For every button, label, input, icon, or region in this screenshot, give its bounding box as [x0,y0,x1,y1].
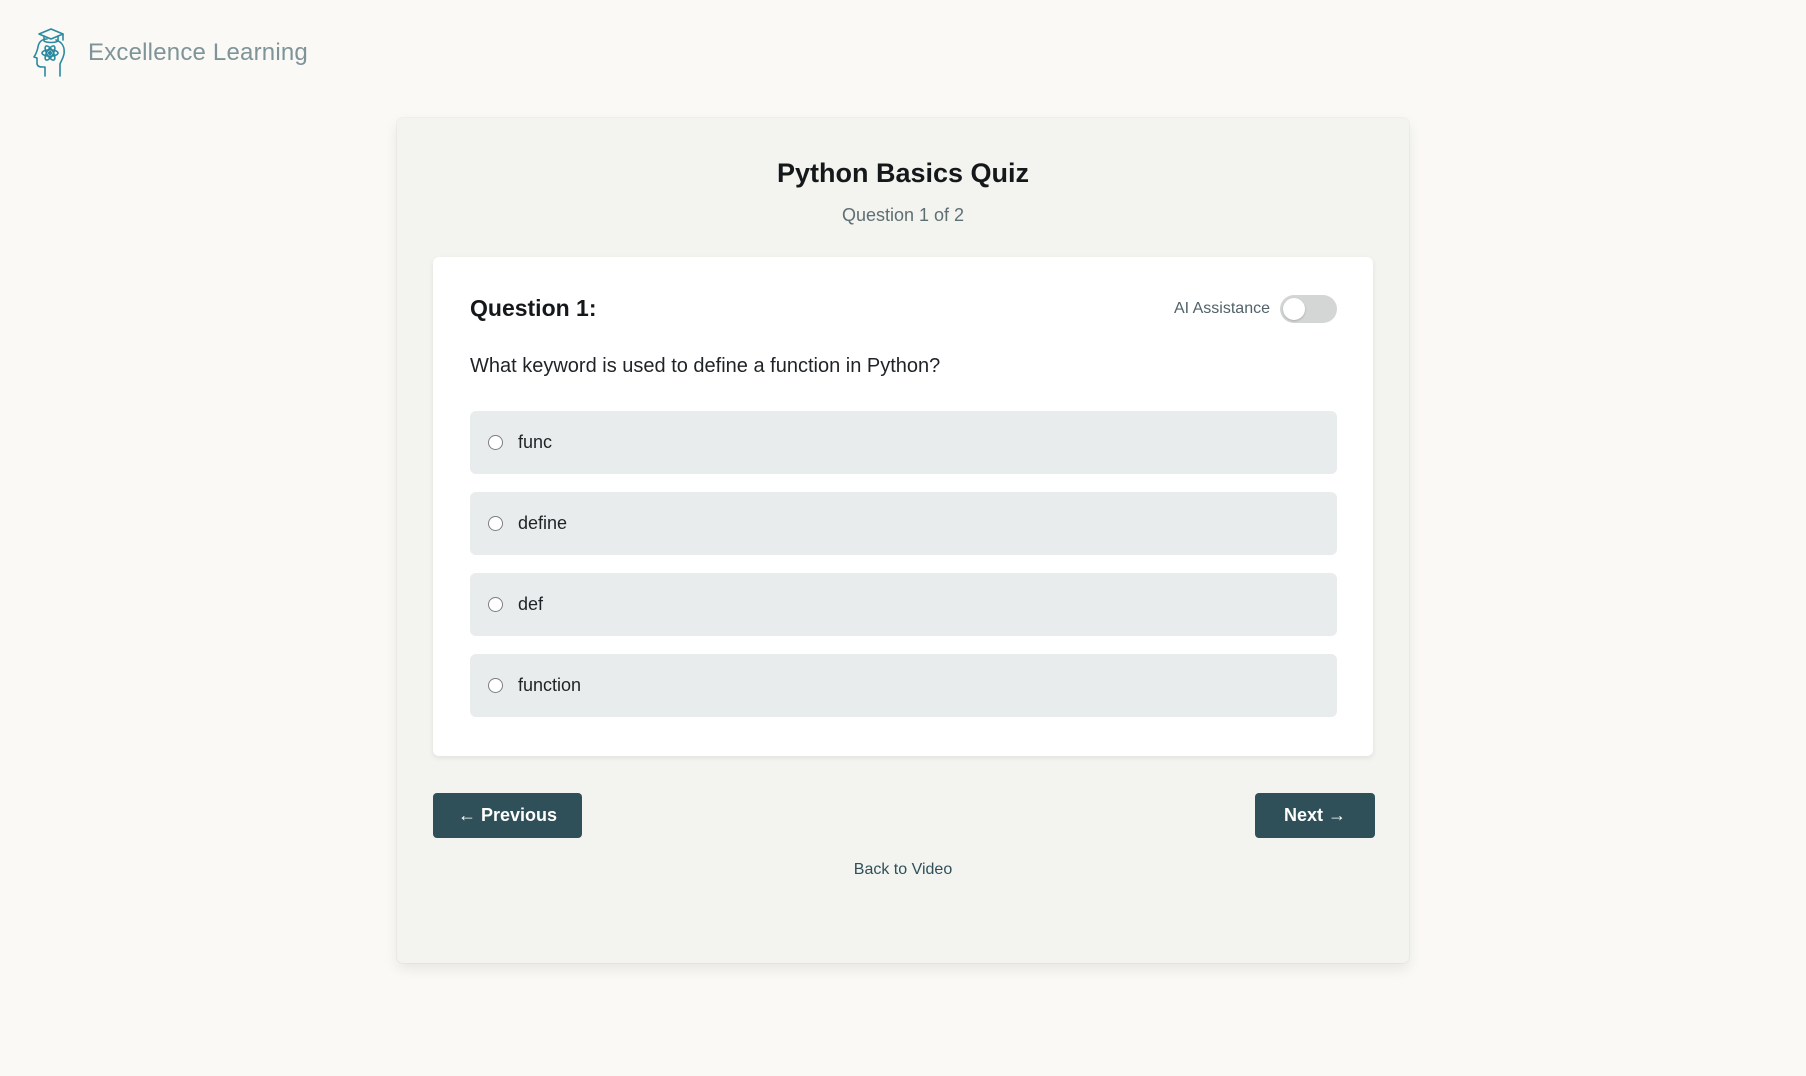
quiz-title: Python Basics Quiz [776,158,1030,188]
ai-assistance-label: AI Assistance [1173,300,1270,317]
answer-option[interactable]: function [470,654,1337,717]
graduate-head-atom-icon [33,28,65,77]
answer-options: func define def function [470,411,1337,717]
ai-assistance-control: AI Assistance [1174,295,1337,323]
radio-button[interactable] [488,516,503,531]
brand[interactable]: Excellence Learning [30,26,308,80]
answer-option-label: function [518,675,582,695]
radio-button[interactable] [488,678,503,693]
brand-name: Excellence Learning [88,39,308,66]
answer-option[interactable]: func [470,411,1337,474]
question-label: Question 1: [470,295,597,321]
previous-button[interactable]: ← Previous [433,793,582,838]
question-card: Question 1: AI Assistance What keyword i… [433,257,1373,756]
toggle-knob [1283,298,1305,320]
answer-option-label: func [518,432,553,452]
answer-option-label: define [518,513,568,533]
answer-option-label: def [518,594,544,614]
quiz-progress: Question 1 of 2 [841,205,965,225]
radio-button[interactable] [488,597,503,612]
back-to-video-link[interactable]: Back to Video [397,861,1409,879]
quiz-panel: Python Basics Quiz Question 1 of 2 Quest… [397,118,1409,963]
radio-button[interactable] [488,435,503,450]
question-text: What keyword is used to define a functio… [470,355,941,377]
next-button[interactable]: Next → [1255,793,1375,838]
answer-option[interactable]: def [470,573,1337,636]
answer-option[interactable]: define [470,492,1337,555]
ai-assistance-toggle[interactable] [1280,295,1337,323]
